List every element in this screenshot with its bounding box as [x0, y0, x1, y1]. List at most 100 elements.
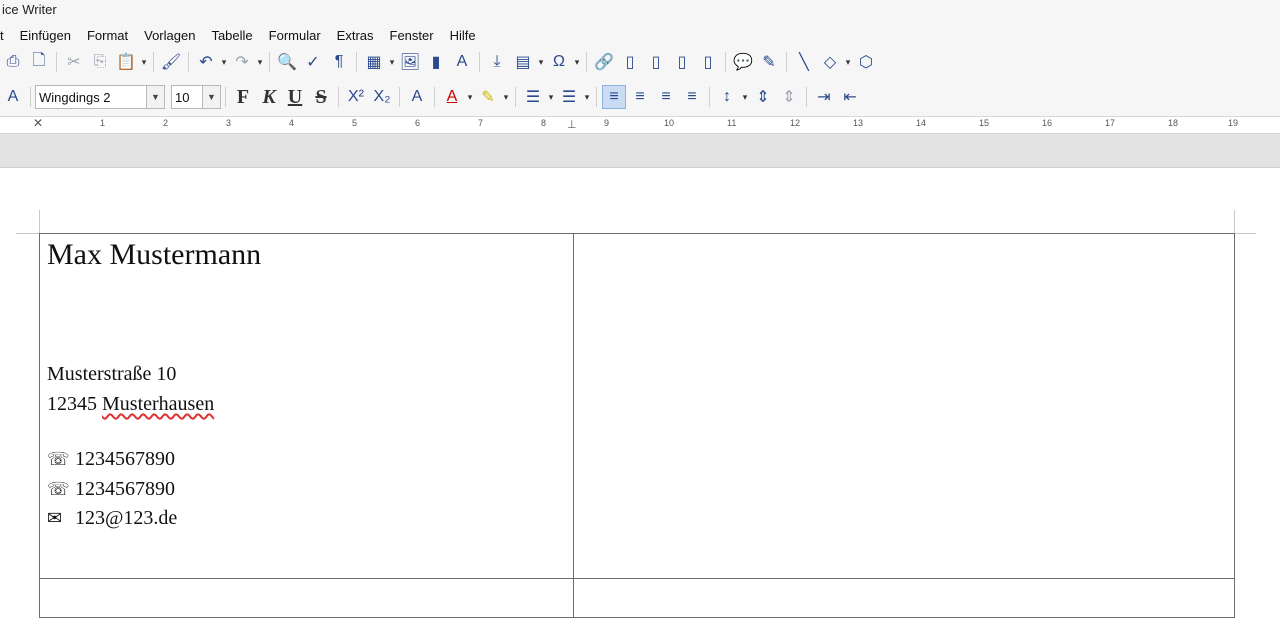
window-title: ice Writer — [2, 2, 57, 17]
menu-format[interactable]: Format — [79, 28, 136, 43]
email-address: 123@123.de — [75, 507, 178, 529]
undo-dropdown-icon[interactable]: ▾ — [219, 50, 229, 74]
track-changes-icon[interactable]: ✎ — [757, 50, 781, 74]
menu-window[interactable]: Fenster — [382, 28, 442, 43]
menu-table[interactable]: Tabelle — [203, 28, 260, 43]
table-cell-right-row2[interactable] — [573, 578, 1235, 618]
insert-chart-icon[interactable]: ▮ — [424, 50, 448, 74]
line-spacing-dropdown-icon[interactable]: ▾ — [740, 85, 750, 109]
update-style-icon[interactable]: A — [1, 85, 25, 109]
font-size-input[interactable]: 10 ▼ — [171, 85, 221, 109]
redo-dropdown-icon[interactable]: ▾ — [255, 50, 265, 74]
insert-image-icon[interactable]: 🖼 — [398, 50, 422, 74]
text-boundary-mark — [1234, 210, 1235, 234]
menu-file-partial[interactable]: t — [0, 28, 12, 43]
line-icon[interactable]: ╲ — [792, 50, 816, 74]
numbered-list-dropdown-icon[interactable]: ▾ — [582, 85, 592, 109]
chevron-down-icon[interactable]: ▼ — [146, 86, 164, 108]
menu-tools[interactable]: Extras — [329, 28, 382, 43]
toolbar-separator — [153, 52, 154, 72]
cross-reference-icon[interactable]: ▯ — [696, 50, 720, 74]
increase-paragraph-spacing-icon[interactable]: ⇕ — [751, 85, 775, 109]
strikethrough-button[interactable]: S — [309, 85, 333, 109]
bold-button[interactable]: F — [231, 85, 255, 109]
text-boundary-mark — [16, 233, 40, 234]
postal-code: 12345 — [47, 393, 97, 415]
table-cell-left-row2[interactable] — [39, 578, 574, 618]
justify-icon[interactable]: ≡ — [680, 85, 704, 109]
toolbar-separator — [434, 87, 435, 107]
insert-textbox-icon[interactable]: A — [450, 50, 474, 74]
bookmark-icon[interactable]: ▯ — [670, 50, 694, 74]
paste-icon[interactable]: 📋 — [114, 50, 138, 74]
copy-icon[interactable]: ⎘ — [88, 50, 112, 74]
align-right-icon[interactable]: ≡ — [654, 85, 678, 109]
toolbar-separator — [399, 87, 400, 107]
font-color-icon[interactable]: A — [440, 85, 464, 109]
endnote-icon[interactable]: ▯ — [644, 50, 668, 74]
toolbar-separator — [725, 52, 726, 72]
underline-button[interactable]: U — [283, 85, 307, 109]
subscript-icon[interactable]: X₂ — [370, 85, 394, 109]
toolbar-separator — [269, 52, 270, 72]
decrease-indent-icon[interactable]: ⇤ — [838, 85, 862, 109]
document-page[interactable]: Max Mustermann Musterstraße 10 12345 Mus… — [0, 168, 1280, 618]
font-name-input[interactable]: Wingdings 2 ▼ — [35, 85, 165, 109]
font-name-value: Wingdings 2 — [39, 89, 111, 105]
align-center-icon[interactable]: ≡ — [628, 85, 652, 109]
special-character-dropdown-icon[interactable]: ▾ — [572, 50, 582, 74]
decrease-paragraph-spacing-icon[interactable]: ⇕ — [777, 85, 801, 109]
bullet-list-icon[interactable]: ☰ — [521, 85, 545, 109]
find-replace-icon[interactable]: 🔍 — [275, 50, 299, 74]
insert-table-icon[interactable]: ▦ — [362, 50, 386, 74]
comment-icon[interactable]: 💬 — [731, 50, 755, 74]
table-cell-right[interactable] — [573, 233, 1235, 579]
line-spacing-icon[interactable]: ↕ — [715, 85, 739, 109]
page-break-icon[interactable]: ⤓ — [485, 50, 509, 74]
special-character-icon[interactable]: Ω — [547, 50, 571, 74]
menu-insert[interactable]: Einfügen — [12, 28, 79, 43]
shapes-dropdown-icon[interactable]: ▾ — [843, 50, 853, 74]
email-line: ✉ 123@123.de — [47, 507, 177, 530]
ruler-label: 18 — [1168, 118, 1179, 128]
ruler-label: 16 — [1042, 118, 1053, 128]
redo-icon[interactable]: ↷ — [230, 50, 254, 74]
text-boundary-mark — [1234, 233, 1256, 234]
font-color-dropdown-icon[interactable]: ▾ — [465, 85, 475, 109]
italic-button[interactable]: K — [257, 85, 281, 109]
clear-formatting-icon[interactable]: A — [405, 85, 429, 109]
shapes-icon[interactable]: ◇ — [818, 50, 842, 74]
menu-styles[interactable]: Vorlagen — [136, 28, 203, 43]
menu-help[interactable]: Hilfe — [442, 28, 484, 43]
spellcheck-icon[interactable]: ✓ — [301, 50, 325, 74]
numbered-list-icon[interactable]: ☰ — [557, 85, 581, 109]
formatting-marks-icon[interactable]: ¶ — [327, 50, 351, 74]
ruler-label: 13 — [853, 118, 864, 128]
table-dropdown-icon[interactable]: ▾ — [387, 50, 397, 74]
bullet-list-dropdown-icon[interactable]: ▾ — [546, 85, 556, 109]
undo-icon[interactable]: ↶ — [194, 50, 218, 74]
ruler-tab-marker[interactable]: ✕ — [33, 116, 43, 130]
print-icon[interactable]: ⎙ — [1, 50, 25, 74]
cut-icon[interactable]: ✂ — [62, 50, 86, 74]
ruler-label: 10 — [664, 118, 675, 128]
superscript-icon[interactable]: X² — [344, 85, 368, 109]
chevron-down-icon[interactable]: ▼ — [202, 86, 220, 108]
ruler-label: 7 — [478, 118, 484, 128]
print-preview-icon[interactable]: 🗋 — [27, 50, 51, 74]
insert-field-icon[interactable]: ▤ — [511, 50, 535, 74]
increase-indent-icon[interactable]: ⇥ — [812, 85, 836, 109]
paste-dropdown-icon[interactable]: ▾ — [139, 50, 149, 74]
draw-functions-icon[interactable]: ⬡ — [854, 50, 878, 74]
horizontal-ruler[interactable]: ✕ 1 2 3 4 5 6 7 8 ⊥ 9 10 11 12 13 14 15 … — [0, 116, 1280, 134]
phone-line-1: ☏ 1234567890 — [47, 448, 175, 471]
menu-form[interactable]: Formular — [261, 28, 329, 43]
clone-format-icon[interactable]: 🖌 — [159, 50, 183, 74]
hyperlink-icon[interactable]: 🔗 — [592, 50, 616, 74]
highlight-icon[interactable]: ✎ — [476, 85, 500, 109]
ruler-column-marker[interactable]: ⊥ — [567, 118, 577, 131]
highlight-dropdown-icon[interactable]: ▾ — [501, 85, 511, 109]
align-left-icon[interactable]: ≡ — [602, 85, 626, 109]
field-dropdown-icon[interactable]: ▾ — [536, 50, 546, 74]
footnote-icon[interactable]: ▯ — [618, 50, 642, 74]
